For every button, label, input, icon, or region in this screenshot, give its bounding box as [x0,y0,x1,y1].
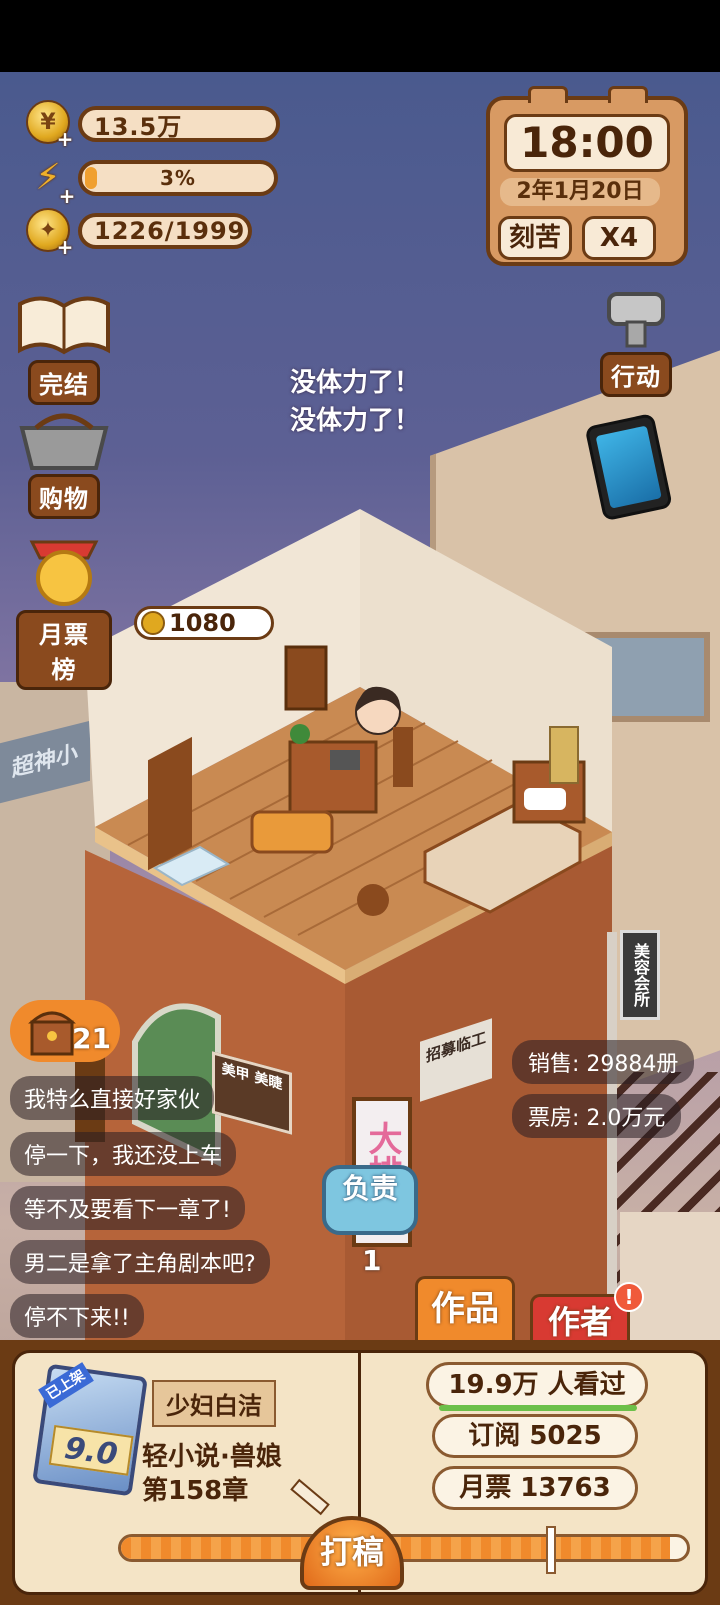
book-cover[interactable]: 已上架 9.0 [32,1362,148,1497]
status-message-1: 没体力了！ [290,368,421,398]
author-chair [393,727,413,787]
clock-top-knob-right [608,86,648,103]
game-clock: 18:00 2年1月20日 刻苦 X4 [486,86,688,266]
comment-bubble: 停一下，我还没上车 [10,1132,237,1176]
ranking-label: 月票榜 [16,610,112,690]
add-icon[interactable]: + [56,129,74,149]
viewer-count: 19.9万 人看过 [426,1362,648,1411]
energy-fill [85,167,97,189]
typewriter [330,750,360,770]
coin-bubble-value: 1080 [169,609,236,637]
lightning-icon: ⚡ + [35,156,76,208]
idea-resource[interactable]: ✦ + [26,208,73,257]
coin-resource[interactable]: ¥ + [26,100,73,149]
open-book-icon [18,296,110,355]
wall-poster [549,726,579,784]
writing-progress-track [118,1534,690,1562]
status-message-2: 没体力了！ [290,406,421,436]
character-name: 少妇白洁 [152,1380,276,1427]
beauty-club-sign: 美容会所 [620,930,660,1020]
basket-icon [19,413,109,470]
comment-bubble: 男二是拿了主角剧本吧? [10,1240,270,1284]
pet-bed [250,810,334,854]
comment-bubble: 停不下来!! [10,1294,144,1338]
shopping-button[interactable]: 购物 [16,410,112,519]
coin-bubble[interactable]: 1080 [134,606,274,640]
progress-marker [546,1526,556,1574]
shopping-label: 购物 [28,474,100,519]
coin-icon [141,611,165,635]
book-score: 9.0 [48,1424,134,1476]
responsible-count: 1 [362,1244,382,1277]
room-window [284,645,328,711]
book-chapter: 第158章 [142,1476,249,1506]
viewer-underline [439,1405,637,1411]
add-icon[interactable]: + [58,186,76,206]
book-genre: 轻小说·兽娘 [142,1442,282,1472]
sales-stat: 销售: 29884册 [512,1040,695,1084]
monthly-vote-count: 月票 13763 [432,1466,638,1510]
ranking-button[interactable]: 月票榜 [16,538,112,690]
treasure-chest-icon [28,1011,76,1056]
box-office-stat: 票房: 2.0万元 [512,1094,682,1138]
write-button-label: 打稿 [319,1533,384,1571]
pillow [524,788,566,810]
idea-pill: 1226/1999 [78,213,252,249]
work-mode-button[interactable]: 刻苦 [498,216,572,260]
coin-value: 13.5万 [94,112,183,141]
idea-value: 1226/1999 [94,217,246,245]
action-label: 行动 [600,352,672,397]
add-icon[interactable]: + [56,237,74,257]
energy-value: 3% [160,166,196,190]
energy-resource[interactable]: ⚡ + [26,155,76,208]
coin-icon: ¥ + [26,100,73,149]
status-bar [0,0,720,72]
works-tab[interactable]: 作品 [415,1276,515,1342]
comment-bubble: 等不及要看下一章了! [10,1186,245,1230]
book-panel: 已上架 9.0 少妇白洁 轻小说·兽娘 第158章 19.9万 人看过 订阅 5… [0,1340,720,1605]
energy-pill: 3% [78,160,278,196]
chest-count: 21 [72,1022,111,1055]
lightbulb-icon: ✦ + [26,208,73,257]
finish-button[interactable]: 完结 [16,292,112,405]
pet-dog [357,884,389,916]
treasure-chest-button[interactable]: 21 [10,1000,120,1062]
clock-date: 2年1月20日 [500,178,660,206]
medal-icon [29,540,99,606]
comment-bubble: 我特么直接好家伙 [10,1076,215,1120]
clock-time: 18:00 [504,114,670,172]
action-button[interactable]: 行动 [594,292,678,397]
coin-pill: 13.5万 [78,106,280,142]
clock-top-knob-left [528,86,568,103]
room-door [148,736,192,871]
author-alert-badge: ! [614,1282,644,1312]
viewer-count-text: 19.9万 人看过 [448,1370,626,1400]
write-button[interactable]: 打稿 [300,1516,404,1590]
plant [290,724,310,744]
responsible-button[interactable]: 负责 [322,1165,418,1235]
finish-label: 完结 [28,360,100,405]
subscription-count: 订阅 5025 [432,1414,638,1458]
speed-button[interactable]: X4 [582,216,656,260]
key-icon [607,292,665,348]
